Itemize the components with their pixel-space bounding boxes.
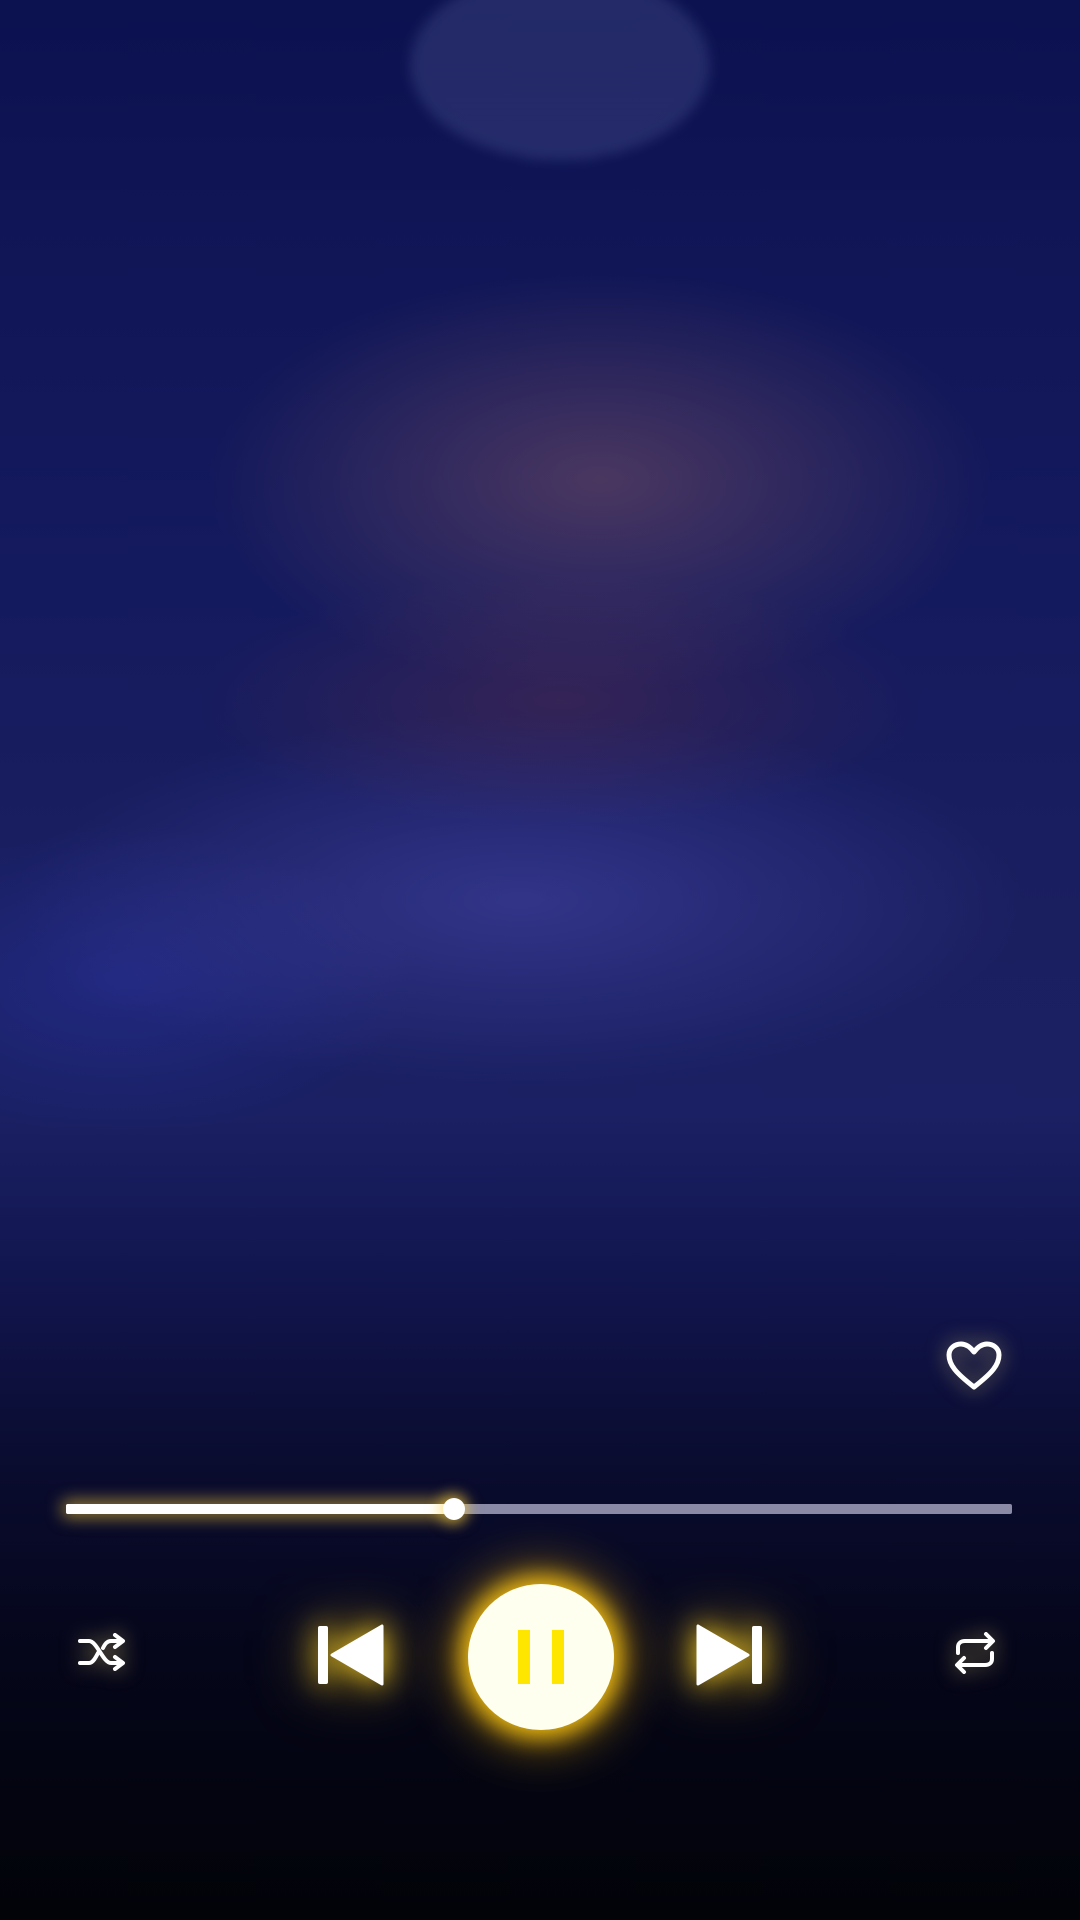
favorite-button[interactable] (940, 1336, 1008, 1396)
next-track-button[interactable] (694, 1622, 766, 1688)
play-pause-button[interactable] (468, 1584, 614, 1730)
seek-bar[interactable] (66, 1497, 1012, 1521)
pause-icon (518, 1630, 564, 1684)
background-artwork-blur (410, 0, 710, 160)
shuffle-button[interactable] (72, 1628, 132, 1676)
skip-previous-icon (318, 1624, 384, 1686)
music-player-screen (0, 0, 1080, 1920)
repeat-icon (955, 1632, 995, 1674)
previous-track-button[interactable] (314, 1622, 386, 1688)
repeat-button[interactable] (946, 1628, 1004, 1678)
shuffle-icon (78, 1633, 125, 1671)
seek-bar-progress (66, 1504, 454, 1514)
skip-next-icon (696, 1624, 762, 1686)
seek-bar-thumb[interactable] (442, 1498, 465, 1520)
heart-outline-icon (946, 1341, 1002, 1390)
